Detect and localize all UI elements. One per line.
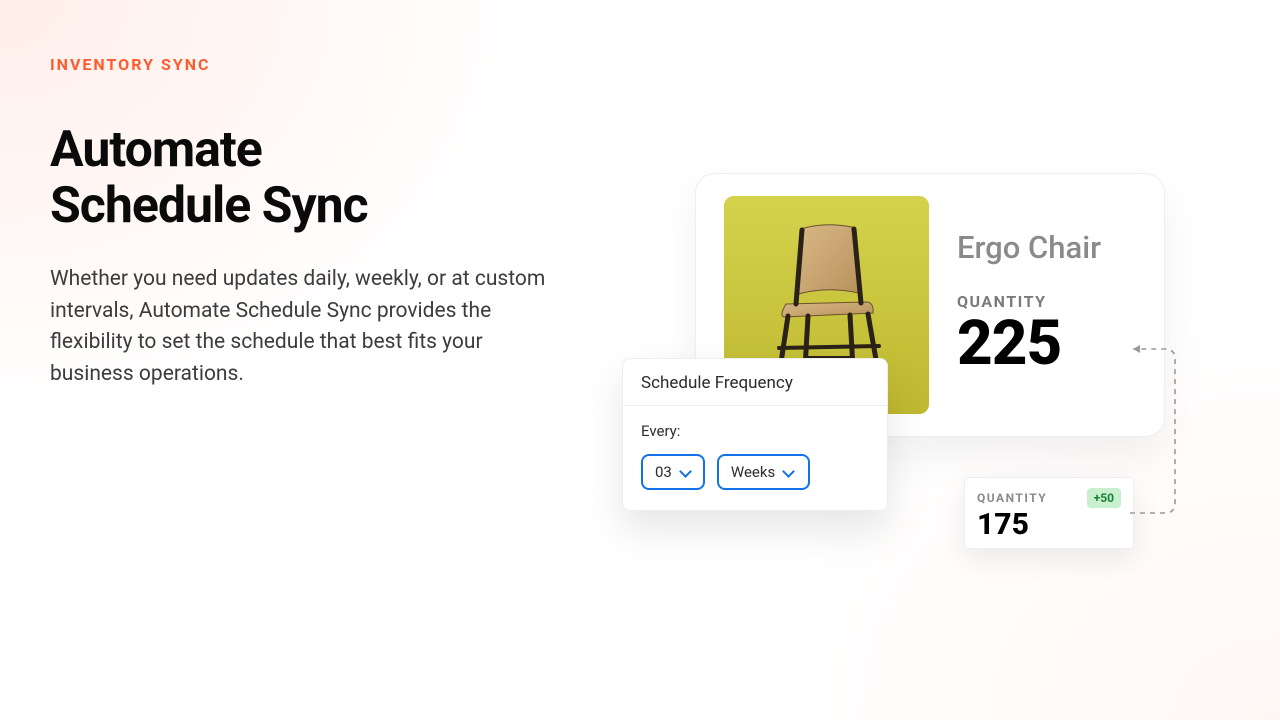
frequency-count-select[interactable]: 03 [641, 454, 705, 490]
chevron-down-icon [680, 467, 691, 478]
quantity-value: 225 [957, 313, 1136, 375]
quantity-change-chip: QUANTITY +50 175 [964, 477, 1134, 549]
chevron-down-icon [783, 467, 794, 478]
chip-quantity-label: QUANTITY [977, 491, 1047, 505]
subhead: Whether you need updates daily, weekly, … [50, 264, 560, 390]
schedule-title: Schedule Frequency [623, 359, 887, 406]
frequency-unit-select[interactable]: Weeks [717, 454, 810, 490]
schedule-frequency-panel: Schedule Frequency Every: 03 Weeks [622, 358, 888, 511]
chip-quantity-value: 175 [977, 510, 1121, 540]
frequency-count-value: 03 [655, 463, 672, 481]
eyebrow-label: INVENTORY SYNC [50, 55, 610, 74]
quantity-delta-badge: +50 [1087, 488, 1121, 508]
product-name: Ergo Chair [957, 229, 1136, 266]
every-label: Every: [641, 422, 869, 440]
frequency-unit-value: Weeks [731, 463, 775, 481]
page-title: Automate Schedule Sync [50, 122, 610, 234]
